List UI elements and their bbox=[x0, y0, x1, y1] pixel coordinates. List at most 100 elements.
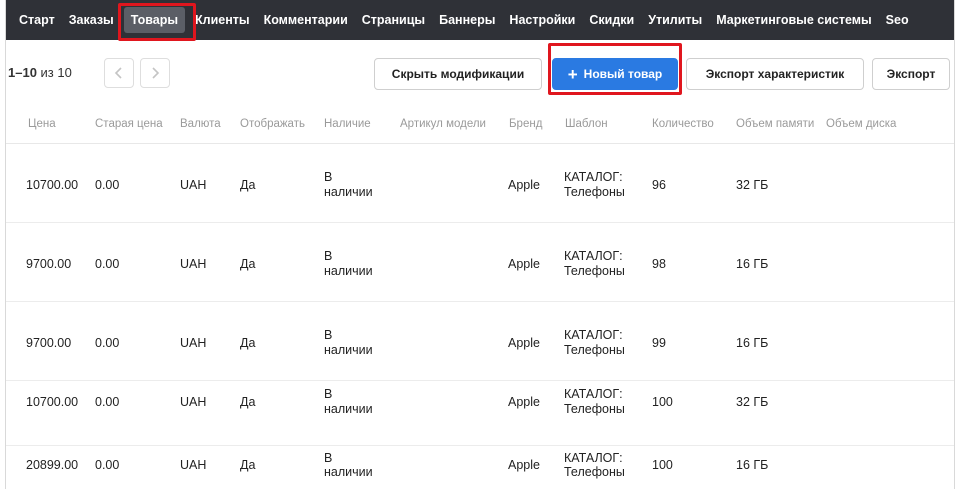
nav-item-utilities[interactable]: Утилиты bbox=[641, 0, 709, 40]
cell-display: Да bbox=[240, 395, 256, 409]
pagination-total: из 10 bbox=[40, 65, 72, 80]
cell-template-line2: Телефоны bbox=[564, 185, 625, 199]
cell-template-line2: Телефоны bbox=[564, 465, 625, 479]
pagination-summary: 1–10 из 10 bbox=[8, 65, 72, 80]
cell-availability-line1: В bbox=[324, 170, 333, 184]
cell-brand: Apple bbox=[508, 336, 540, 350]
cell-quantity: 100 bbox=[652, 395, 673, 409]
column-header-availability[interactable]: Наличие bbox=[324, 118, 371, 130]
cell-brand: Apple bbox=[508, 395, 540, 409]
table-row[interactable]: 20899.00 0.00 UAH Да В наличии Apple КАТ… bbox=[6, 432, 954, 489]
cell-price: 9700.00 bbox=[26, 257, 72, 271]
cell-display: Да bbox=[240, 178, 256, 192]
cell-brand: Apple bbox=[508, 458, 540, 472]
cell-old-price: 0.00 bbox=[95, 395, 120, 409]
column-header-template[interactable]: Шаблон bbox=[565, 118, 608, 130]
hide-modifications-button[interactable]: Скрыть модификации bbox=[374, 58, 542, 90]
cell-availability-line2: наличии bbox=[324, 264, 373, 278]
export-characteristics-label: Экспорт характеристик bbox=[705, 67, 845, 81]
cell-template-line1: КАТАЛОГ: bbox=[564, 328, 623, 342]
next-page-button[interactable] bbox=[140, 58, 170, 88]
cell-memory: 16 ГБ bbox=[736, 257, 769, 271]
table-header: Цена Старая цена Валюта Отображать Налич… bbox=[6, 104, 954, 144]
cell-template-line2: Телефоны bbox=[564, 264, 625, 278]
nav-item-seo[interactable]: Seo bbox=[879, 0, 916, 40]
nav-item-clients[interactable]: Клиенты bbox=[188, 0, 257, 40]
cell-availability-line2: наличии bbox=[324, 402, 373, 416]
column-header-old-price[interactable]: Старая цена bbox=[95, 118, 163, 130]
cell-old-price: 0.00 bbox=[95, 178, 120, 192]
cell-quantity: 99 bbox=[652, 336, 666, 350]
nav-item-orders[interactable]: Заказы bbox=[62, 0, 121, 40]
nav-item-comments[interactable]: Комментарии bbox=[257, 0, 355, 40]
app-frame: Старт Заказы Товары Клиенты Комментарии … bbox=[5, 0, 955, 489]
nav-item-banners[interactable]: Баннеры bbox=[432, 0, 502, 40]
plus-icon: + bbox=[567, 64, 578, 84]
nav-item-settings[interactable]: Настройки bbox=[502, 0, 582, 40]
column-header-price[interactable]: Цена bbox=[28, 118, 56, 130]
column-header-memory[interactable]: Объем памяти bbox=[736, 118, 814, 130]
export-button[interactable]: Экспорт bbox=[872, 58, 950, 90]
export-label: Экспорт bbox=[886, 67, 936, 81]
nav-item-start[interactable]: Старт bbox=[12, 0, 62, 40]
cell-price: 10700.00 bbox=[26, 178, 79, 192]
cell-currency: UAH bbox=[180, 257, 207, 271]
chevron-left-icon bbox=[114, 67, 122, 79]
table-row[interactable]: 9700.00 0.00 UAH Да В наличии Apple КАТА… bbox=[6, 224, 954, 302]
column-header-model-sku[interactable]: Артикул модели bbox=[400, 118, 486, 130]
cell-memory: 32 ГБ bbox=[736, 178, 769, 192]
cell-price: 20899.00 bbox=[26, 458, 79, 472]
column-header-display[interactable]: Отображать bbox=[240, 118, 305, 130]
cell-template-line1: КАТАЛОГ: bbox=[564, 170, 623, 184]
cell-brand: Apple bbox=[508, 178, 540, 192]
cell-availability-line1: В bbox=[324, 451, 333, 465]
column-header-currency[interactable]: Валюта bbox=[180, 118, 221, 130]
cell-currency: UAH bbox=[180, 395, 207, 409]
toolbar: 1–10 из 10 Скрыть модификации + Новый то… bbox=[6, 56, 954, 92]
cell-template-line2: Телефоны bbox=[564, 402, 625, 416]
nav-item-marketing-systems[interactable]: Маркетинговые системы bbox=[709, 0, 878, 40]
cell-availability-line2: наличии bbox=[324, 465, 373, 479]
new-product-label: Новый товар bbox=[583, 67, 663, 81]
chevron-right-icon bbox=[152, 67, 160, 79]
previous-page-button[interactable] bbox=[104, 58, 134, 88]
cell-price: 9700.00 bbox=[26, 336, 72, 350]
nav-item-products[interactable]: Товары bbox=[123, 7, 186, 33]
cell-quantity: 96 bbox=[652, 178, 666, 192]
cell-old-price: 0.00 bbox=[95, 336, 120, 350]
cell-availability-line1: В bbox=[324, 249, 333, 263]
cell-template-line1: КАТАЛОГ: bbox=[564, 387, 623, 401]
cell-memory: 16 ГБ bbox=[736, 336, 769, 350]
nav-item-discounts[interactable]: Скидки bbox=[582, 0, 641, 40]
column-header-brand[interactable]: Бренд bbox=[509, 118, 542, 130]
cell-currency: UAH bbox=[180, 336, 207, 350]
cell-memory: 16 ГБ bbox=[736, 458, 769, 472]
cell-availability-line1: В bbox=[324, 387, 333, 401]
cell-price: 10700.00 bbox=[26, 395, 79, 409]
cell-old-price: 0.00 bbox=[95, 458, 120, 472]
cell-template-line1: КАТАЛОГ: bbox=[564, 451, 623, 465]
nav-item-pages[interactable]: Страницы bbox=[355, 0, 432, 40]
cell-template-line2: Телефоны bbox=[564, 343, 625, 357]
cell-availability-line1: В bbox=[324, 328, 333, 342]
export-characteristics-button[interactable]: Экспорт характеристик bbox=[686, 58, 864, 90]
cell-template-line1: КАТАЛОГ: bbox=[564, 249, 623, 263]
new-product-button[interactable]: + Новый товар bbox=[552, 58, 678, 90]
column-header-disk[interactable]: Объем диска bbox=[826, 118, 896, 130]
cell-display: Да bbox=[240, 257, 256, 271]
cell-currency: UAH bbox=[180, 178, 207, 192]
column-header-quantity[interactable]: Количество bbox=[652, 118, 714, 130]
top-navigation: Старт Заказы Товары Клиенты Комментарии … bbox=[6, 0, 954, 40]
cell-quantity: 98 bbox=[652, 257, 666, 271]
cell-currency: UAH bbox=[180, 458, 207, 472]
cell-display: Да bbox=[240, 458, 256, 472]
hide-modifications-label: Скрыть модификации bbox=[391, 67, 525, 81]
cell-old-price: 0.00 bbox=[95, 257, 120, 271]
cell-brand: Apple bbox=[508, 257, 540, 271]
table-row[interactable]: 10700.00 0.00 UAH Да В наличии Apple КАТ… bbox=[6, 145, 954, 223]
cell-availability-line2: наличии bbox=[324, 343, 373, 357]
cell-availability-line2: наличии bbox=[324, 185, 373, 199]
cell-quantity: 100 bbox=[652, 458, 673, 472]
cell-display: Да bbox=[240, 336, 256, 350]
pagination-range: 1–10 bbox=[8, 65, 37, 80]
